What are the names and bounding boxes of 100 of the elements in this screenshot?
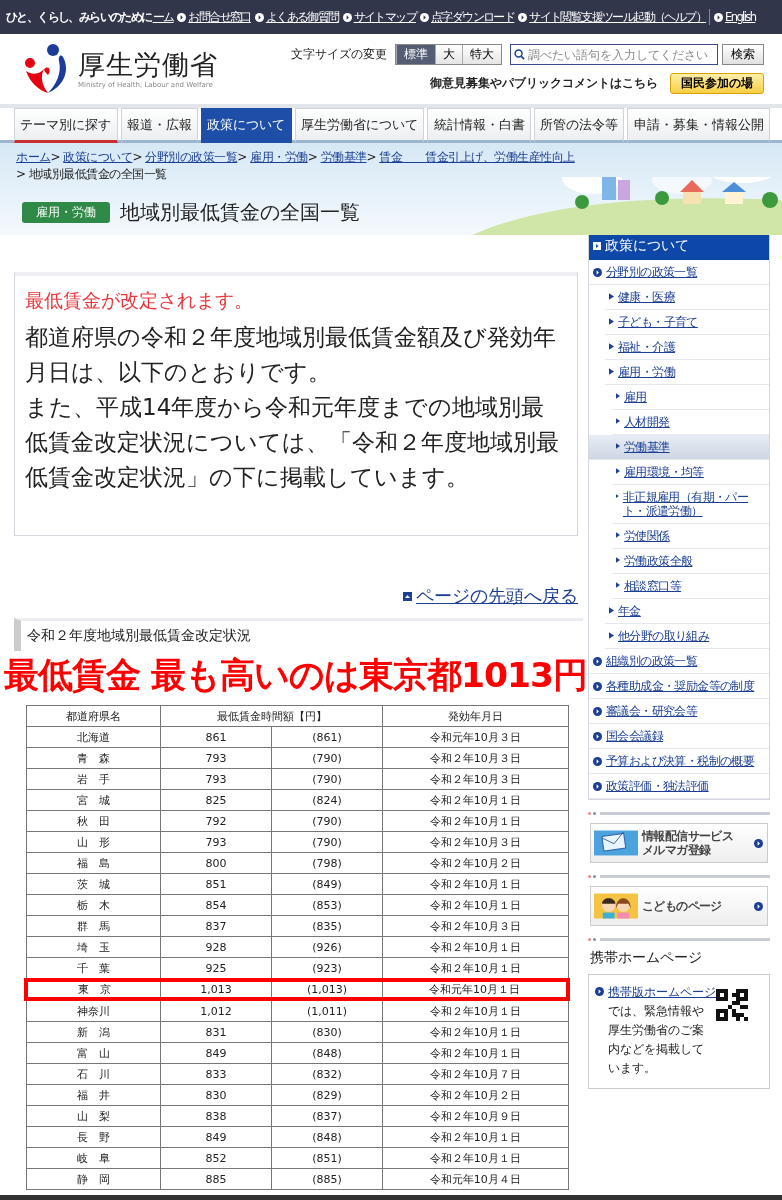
arrow-bullet-icon (593, 757, 602, 766)
table-cell: 山 形 (26, 831, 161, 853)
breadcrumb-link[interactable]: 分野別の政策一覧 (145, 150, 238, 164)
table-cell: 群 馬 (26, 915, 161, 937)
top-link[interactable]: サイト閲覧支援ツール起動（ヘルプ） (529, 9, 707, 25)
back-to-top-link[interactable]: ページの先頭へ戻る (416, 584, 578, 608)
triangle-icon (609, 343, 614, 350)
nav-tab[interactable]: 政策について (201, 108, 292, 143)
arrow-bullet-icon (593, 657, 602, 666)
table-cell: 栃 木 (26, 894, 161, 916)
table-cell: 令和２年10月７日 (382, 1063, 568, 1085)
table-cell: 令和２年10月２日 (382, 1084, 568, 1106)
sidebar-item[interactable]: 分野別の政策一覧 (589, 260, 769, 285)
sidebar-item[interactable]: 組織別の政策一覧 (589, 649, 769, 674)
table-cell: 秋 田 (26, 810, 161, 832)
sidebar-item[interactable]: 相談窓口等 (612, 574, 769, 599)
column-header: 発効年月日 (382, 705, 568, 727)
sidebar-item[interactable]: 政策評価・独法評価 (589, 774, 769, 799)
top-link[interactable]: お問合せ窓口 (188, 9, 251, 25)
table-cell: 令和２年10月１日 (382, 1147, 568, 1169)
breadcrumb-link[interactable]: 雇用・労働 (250, 150, 308, 164)
table-cell: 793 (160, 768, 272, 790)
table-cell: 令和２年10月１日 (382, 1021, 568, 1043)
nav-tab[interactable]: 厚生労働省について (294, 108, 425, 143)
search-field[interactable]: 調べたい語句を入力してください (510, 44, 718, 65)
font-size-button[interactable]: 特大 (462, 45, 501, 64)
sidebar-item[interactable]: 労使関係 (612, 524, 769, 549)
sidebar-item[interactable]: 労働政策全般 (612, 549, 769, 574)
home-link[interactable]: ーム (152, 9, 174, 25)
sidebar-item[interactable]: 国会会議録 (589, 724, 769, 749)
triangle-icon (616, 493, 619, 499)
search-icon (514, 49, 525, 60)
table-cell: 令和２年10月１日 (382, 894, 568, 916)
sidebar-item[interactable]: 子ども・子育て (605, 310, 769, 335)
top-link[interactable]: English (725, 10, 756, 24)
sidebar-item[interactable]: 審議会・研究会等 (589, 699, 769, 724)
breadcrumb-link[interactable]: 政策について (63, 150, 133, 164)
table-cell: 令和２年10月１日 (382, 936, 568, 958)
table-cell: 静 岡 (26, 1168, 161, 1190)
sidebar-item[interactable]: 雇用・労働 (605, 360, 769, 385)
table-cell: 793 (160, 747, 272, 769)
sidebar-item[interactable]: 各種助成金・奨励金等の制度 (589, 674, 769, 699)
nav-tab[interactable]: テーマ別に探す (14, 108, 118, 143)
arrow-square-icon (593, 242, 601, 250)
table-cell: 851 (160, 873, 272, 895)
table-cell: (848) (271, 1126, 383, 1148)
table-cell: 1,012 (160, 999, 272, 1022)
sidebar-item[interactable]: 雇用環境・均等 (612, 460, 769, 485)
table-cell: 1,013 (160, 980, 272, 999)
sidebar-item[interactable]: 非正規雇用（有期・パート・派遣労働） (612, 485, 769, 524)
table-cell: 宮 城 (26, 789, 161, 811)
top-link[interactable]: よくある御質問 (265, 9, 339, 25)
arrow-bullet-icon (593, 268, 602, 277)
table-cell: 849 (160, 1126, 272, 1148)
sidebar-item[interactable]: 雇用 (612, 385, 769, 410)
nav-tab[interactable]: 統計情報・白書 (427, 108, 531, 143)
sidebar-item[interactable]: 予算および決算・税制の概要 (589, 749, 769, 774)
table-cell: (790) (271, 831, 383, 853)
table-cell: 792 (160, 810, 272, 832)
table-cell: 茨 城 (26, 873, 161, 895)
table-cell: 福 井 (26, 1084, 161, 1106)
table-cell: (851) (271, 1147, 383, 1169)
nav-tab[interactable]: 申請・募集・情報公開 (627, 108, 771, 143)
breadcrumb-link[interactable]: 労働基準 (320, 150, 367, 164)
triangle-icon (616, 582, 620, 588)
sidebar-item[interactable]: 労働基準 (589, 435, 769, 460)
breadcrumb-link[interactable]: ホーム (16, 150, 51, 164)
table-cell: 令和元年10月３日 (382, 726, 568, 748)
arrow-bullet-icon (754, 838, 763, 848)
column-header: 都道府県名 (26, 705, 161, 727)
table-cell: 854 (160, 894, 272, 916)
sidebar-item[interactable]: 年金 (605, 599, 769, 624)
mobile-link[interactable]: 携帯版ホームページ (608, 985, 716, 999)
participation-button[interactable]: 国民参加の場 (670, 73, 764, 94)
table-cell: 石 川 (26, 1063, 161, 1085)
table-cell: (1,013) (271, 980, 383, 999)
search-button[interactable]: 検索 (722, 44, 764, 65)
sidebar-item[interactable]: 福祉・介護 (605, 335, 769, 360)
nav-tab[interactable]: 所管の法令等 (533, 108, 625, 143)
section-heading: 令和２年度地域別最低賃金改定状況 (14, 618, 583, 651)
arrow-bullet-icon (714, 12, 724, 22)
font-size-button[interactable]: 大 (435, 45, 462, 64)
nav-tab[interactable]: 報道・広報 (120, 108, 199, 143)
table-cell: (853) (271, 894, 383, 916)
font-size-button[interactable]: 標準 (396, 45, 435, 64)
sidebar-item[interactable]: 健康・医療 (605, 285, 769, 310)
table-cell: 令和２年10月１日 (382, 789, 568, 811)
table-cell: 千 葉 (26, 957, 161, 980)
top-link[interactable]: サイトマップ (353, 9, 417, 25)
arrow-bullet-icon (593, 682, 602, 691)
table-cell: 837 (160, 915, 272, 937)
sidebar-item[interactable]: 他分野の取り組み (605, 624, 769, 649)
breadcrumb-link[interactable]: 賃金 賃金引上げ、労働生産性向上 (379, 150, 575, 164)
promo-banner[interactable]: こどものページ (590, 886, 768, 926)
table-cell: 838 (160, 1105, 272, 1127)
table-cell: (798) (271, 852, 383, 874)
top-link[interactable]: 点字ダウンロード (431, 9, 515, 25)
arrow-bullet-icon (518, 12, 528, 22)
promo-banner[interactable]: 情報配信サービス メルマガ登録 (590, 823, 768, 863)
table-cell: 令和元年10月４日 (382, 1168, 568, 1190)
